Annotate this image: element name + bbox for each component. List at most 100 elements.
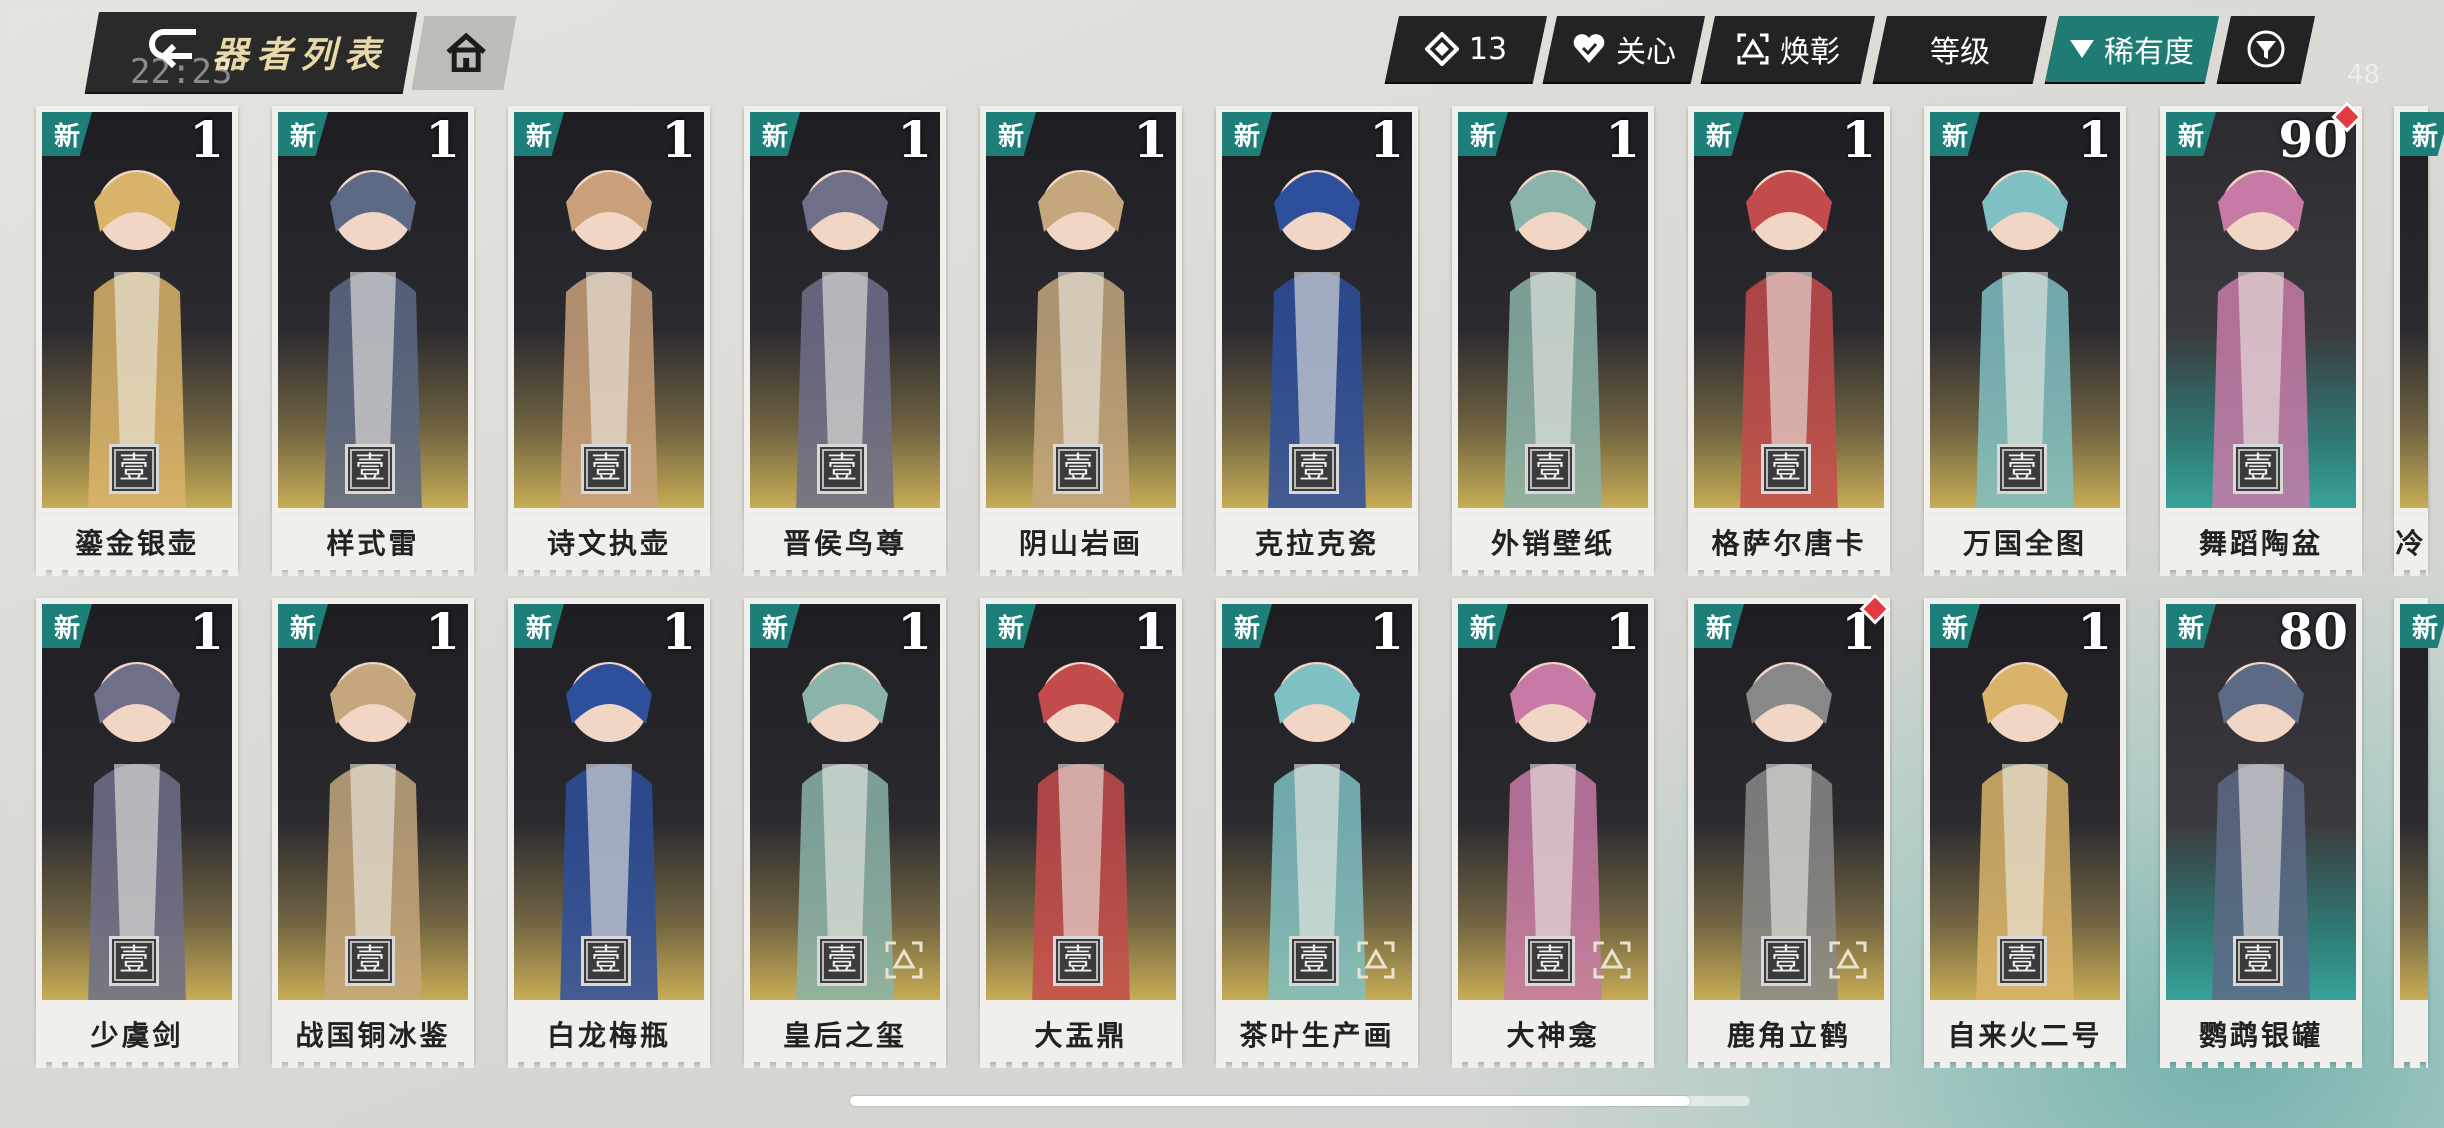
character-portrait (2400, 604, 2428, 1000)
page-title: 器者列表 (212, 34, 389, 76)
top-bar: 器者列表 22:23 48 13 关心 焕彰 等级 稀有度 (0, 0, 2444, 100)
rarity-sort-label: 稀有度 (2104, 35, 2194, 70)
character-card[interactable]: 新冷 (2394, 106, 2444, 576)
awaken-mark-icon (1357, 941, 1395, 979)
awaken-mark-icon (1829, 941, 1867, 979)
rank-label: 壹 (822, 449, 862, 489)
card-name: 茶叶生产画 (1216, 1006, 1418, 1068)
card-level: 80 (2278, 602, 2348, 661)
character-card[interactable]: 新 90 壹舞蹈陶盆 (2160, 101, 2363, 576)
character-card[interactable]: 新 1 壹晋侯鸟尊 (744, 106, 946, 576)
card-level: 1 (1133, 602, 1168, 661)
rank-label: 壹 (586, 449, 626, 489)
character-card[interactable]: 新 1 壹样式雷 (272, 106, 474, 576)
rank-badge: 壹 (1761, 444, 1811, 494)
rank-label: 壹 (1530, 941, 1570, 981)
character-card[interactable]: 新 1 壹鹿角立鹤 (1688, 593, 1891, 1068)
character-card[interactable]: 新 1 壹诗文执壶 (508, 106, 710, 576)
home-button[interactable] (411, 16, 517, 90)
awaken-icon (1737, 33, 1769, 65)
rank-badge: 壹 (581, 444, 631, 494)
rank-badge: 壹 (817, 936, 867, 986)
card-name: 鹿角立鹤 (1688, 1006, 1890, 1068)
rank-label: 壹 (1058, 941, 1098, 981)
character-card[interactable]: 新 1 壹外销壁纸 (1452, 106, 1654, 576)
rarity-sort-button[interactable]: 稀有度 (2044, 16, 2220, 82)
rank-label: 壹 (2238, 449, 2278, 489)
rank-label: 壹 (1766, 449, 1806, 489)
character-card[interactable]: 新 1 壹大盂鼎 (980, 598, 1182, 1068)
card-level: 1 (425, 602, 460, 661)
rank-badge: 壹 (1997, 444, 2047, 494)
battery-level: 48 (2346, 60, 2380, 90)
rank-label: 壹 (2002, 941, 2042, 981)
triangle-down-icon (2070, 40, 2094, 58)
card-level: 1 (1605, 602, 1640, 661)
card-name: 阴山岩画 (980, 514, 1182, 576)
character-card[interactable]: 新 1 壹皇后之玺 (744, 598, 946, 1068)
card-name: 鎏金银壶 (36, 514, 238, 576)
rank-badge: 壹 (109, 936, 159, 986)
character-card[interactable]: 新 1 壹战国铜冰鉴 (272, 598, 474, 1068)
favorite-button[interactable]: 关心 (1542, 16, 1706, 82)
character-card[interactable]: 新 1 壹茶叶生产画 (1216, 598, 1418, 1068)
rank-badge: 壹 (1997, 936, 2047, 986)
card-name (2394, 1006, 2428, 1068)
new-badge: 新 (2400, 604, 2444, 648)
card-name: 白龙梅瓶 (508, 1006, 710, 1068)
card-name: 万国全图 (1924, 514, 2126, 576)
horizontal-scrollbar[interactable] (850, 1096, 1750, 1106)
card-name: 舞蹈陶盆 (2160, 514, 2362, 576)
character-card[interactable]: 新 80 壹鹦鹉银罐 (2160, 598, 2362, 1068)
card-level: 1 (1369, 602, 1404, 661)
count-button[interactable]: 13 (1384, 16, 1548, 82)
card-name: 外销壁纸 (1452, 514, 1654, 576)
card-level: 1 (661, 110, 696, 169)
card-level: 1 (425, 110, 460, 169)
card-level: 1 (897, 602, 932, 661)
card-name: 战国铜冰鉴 (272, 1006, 474, 1068)
card-level: 1 (1605, 110, 1640, 169)
rank-badge: 壹 (1289, 936, 1339, 986)
character-card[interactable]: 新 (2394, 598, 2444, 1068)
character-portrait (2400, 112, 2428, 508)
rank-label: 壹 (1058, 449, 1098, 489)
level-sort-label: 等级 (1930, 35, 1990, 70)
card-name: 自来火二号 (1924, 1006, 2126, 1068)
character-card[interactable]: 新 1 壹万国全图 (1924, 106, 2126, 576)
character-card[interactable]: 新 1 壹格萨尔唐卡 (1688, 106, 1890, 576)
card-level: 1 (189, 602, 224, 661)
heart-icon (1573, 34, 1605, 63)
rank-label: 壹 (1294, 449, 1334, 489)
character-card[interactable]: 新 1 壹克拉克瓷 (1216, 106, 1418, 576)
character-card[interactable]: 新 1 壹大神龛 (1452, 598, 1654, 1068)
rank-label: 壹 (2002, 449, 2042, 489)
rank-badge: 壹 (1525, 936, 1575, 986)
character-card[interactable]: 新 1 壹鎏金银壶 (36, 106, 238, 576)
clock: 22:23 (130, 52, 233, 92)
card-name: 皇后之玺 (744, 1006, 946, 1068)
card-level: 1 (2077, 602, 2112, 661)
character-card[interactable]: 新 1 壹阴山岩画 (980, 106, 1182, 576)
filter-button[interactable] (2216, 16, 2316, 82)
rank-badge: 壹 (1761, 936, 1811, 986)
card-name: 样式雷 (272, 514, 474, 576)
rank-label: 壹 (114, 941, 154, 981)
card-level: 1 (1133, 110, 1168, 169)
card-name: 少虞剑 (36, 1006, 238, 1068)
awaken-button[interactable]: 焕彰 (1700, 16, 1876, 82)
scrollbar-thumb[interactable] (850, 1096, 1690, 1106)
card-name: 大神龛 (1452, 1006, 1654, 1068)
card-level: 1 (189, 110, 224, 169)
character-card[interactable]: 新 1 壹自来火二号 (1924, 598, 2126, 1068)
character-card[interactable]: 新 1 壹白龙梅瓶 (508, 598, 710, 1068)
card-level: 1 (2077, 110, 2112, 169)
level-sort-button[interactable]: 等级 (1872, 16, 2048, 82)
rank-label: 壹 (586, 941, 626, 981)
card-name: 冷 (2394, 514, 2428, 576)
filter-icon (2247, 30, 2285, 68)
character-card[interactable]: 新 1 壹少虞剑 (36, 598, 238, 1068)
awaken-mark-icon (1593, 941, 1631, 979)
card-name: 克拉克瓷 (1216, 514, 1418, 576)
rank-badge: 壹 (1525, 444, 1575, 494)
